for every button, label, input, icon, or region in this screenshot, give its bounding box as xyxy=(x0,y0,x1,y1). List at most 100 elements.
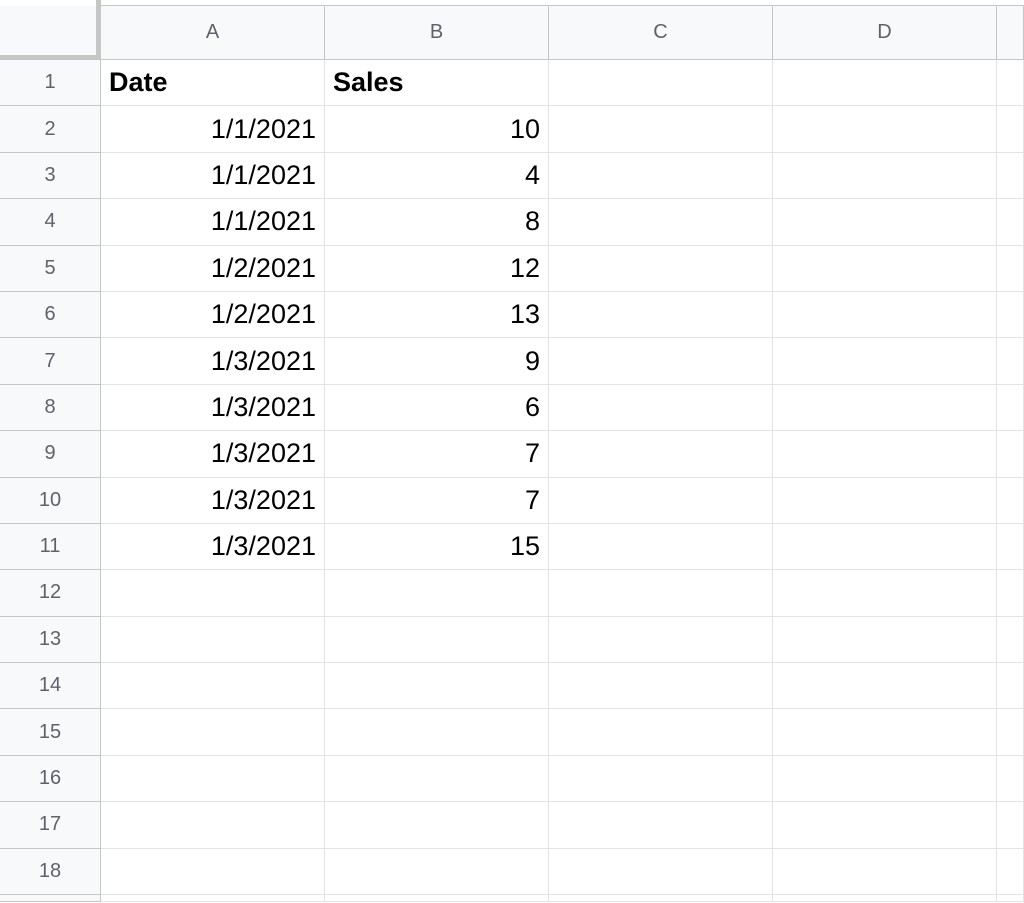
grid-cell[interactable]: 7 xyxy=(325,477,549,524)
row-header[interactable]: 14 xyxy=(0,663,101,710)
grid-cell[interactable] xyxy=(997,431,1024,478)
grid-cell[interactable] xyxy=(325,709,549,756)
grid-cell[interactable] xyxy=(997,384,1024,432)
column-header[interactable]: A xyxy=(101,6,325,60)
grid-cell[interactable] xyxy=(997,60,1024,107)
grid-cell[interactable] xyxy=(773,431,997,478)
row-header[interactable]: 18 xyxy=(0,848,101,896)
grid-cell[interactable] xyxy=(997,570,1024,617)
grid-cell[interactable] xyxy=(773,663,997,710)
grid-cell[interactable] xyxy=(997,106,1024,153)
grid-cell[interactable]: 1/2/2021 xyxy=(101,245,325,292)
grid-cell[interactable] xyxy=(997,755,1024,803)
grid-cell[interactable] xyxy=(549,802,773,849)
grid-cell[interactable]: 4 xyxy=(325,152,549,200)
grid-cell[interactable] xyxy=(773,848,997,896)
grid-cell[interactable]: 1/2/2021 xyxy=(101,291,325,339)
grid-cell[interactable] xyxy=(325,616,549,664)
grid-cell[interactable]: 10 xyxy=(325,106,549,153)
grid-cell[interactable] xyxy=(549,570,773,617)
grid-cell[interactable] xyxy=(773,338,997,385)
grid-cell[interactable] xyxy=(325,802,549,849)
column-header[interactable] xyxy=(997,6,1024,60)
row-header[interactable]: 1 xyxy=(0,60,101,107)
grid-cell[interactable] xyxy=(101,755,325,803)
select-all-corner[interactable] xyxy=(0,6,101,60)
grid-cell[interactable] xyxy=(549,384,773,432)
grid-cell[interactable] xyxy=(773,60,997,107)
grid-cell[interactable] xyxy=(101,709,325,756)
grid-cell[interactable]: 1/3/2021 xyxy=(101,384,325,432)
grid-cell[interactable] xyxy=(997,291,1024,339)
grid-cell[interactable]: 1/3/2021 xyxy=(101,431,325,478)
grid-cell[interactable] xyxy=(549,291,773,339)
grid-cell[interactable] xyxy=(549,60,773,107)
grid-cell[interactable]: 7 xyxy=(325,431,549,478)
row-header[interactable]: 7 xyxy=(0,338,101,385)
row-header[interactable]: 15 xyxy=(0,709,101,756)
grid-cell[interactable] xyxy=(549,245,773,292)
row-header[interactable]: 16 xyxy=(0,755,101,803)
grid-cell[interactable] xyxy=(549,199,773,246)
grid-cell[interactable]: 12 xyxy=(325,245,549,292)
grid-cell[interactable] xyxy=(773,802,997,849)
grid-cell[interactable] xyxy=(549,663,773,710)
grid-cell[interactable] xyxy=(997,848,1024,896)
grid-cell[interactable] xyxy=(997,802,1024,849)
grid-cell[interactable] xyxy=(773,245,997,292)
grid-cell[interactable] xyxy=(549,616,773,664)
row-header[interactable]: 3 xyxy=(0,152,101,200)
grid-cell[interactable]: 6 xyxy=(325,384,549,432)
row-header[interactable]: 8 xyxy=(0,384,101,432)
grid-cell[interactable] xyxy=(997,338,1024,385)
column-header[interactable]: B xyxy=(325,6,549,60)
grid-cell[interactable] xyxy=(997,523,1024,571)
grid-cell[interactable]: 1/1/2021 xyxy=(101,152,325,200)
grid-cell[interactable]: 1/1/2021 xyxy=(101,199,325,246)
grid-cell[interactable] xyxy=(101,570,325,617)
grid-cell[interactable] xyxy=(773,709,997,756)
grid-cell[interactable] xyxy=(549,755,773,803)
grid-cell[interactable]: Sales xyxy=(325,60,549,107)
grid-cell[interactable] xyxy=(325,663,549,710)
grid-cell[interactable] xyxy=(997,245,1024,292)
grid-cell[interactable] xyxy=(773,106,997,153)
row-header[interactable]: 17 xyxy=(0,802,101,849)
grid-cell[interactable] xyxy=(101,802,325,849)
grid-cell[interactable] xyxy=(773,152,997,200)
row-header[interactable]: 9 xyxy=(0,431,101,478)
grid-cell[interactable] xyxy=(549,477,773,524)
grid-cell[interactable]: 1/3/2021 xyxy=(101,523,325,571)
row-header[interactable]: 12 xyxy=(0,570,101,617)
row-header[interactable]: 4 xyxy=(0,199,101,246)
row-header[interactable]: 11 xyxy=(0,523,101,571)
grid-cell[interactable]: 9 xyxy=(325,338,549,385)
grid-cell[interactable] xyxy=(549,523,773,571)
grid-cell[interactable]: Date xyxy=(101,60,325,107)
grid-cell[interactable]: 1/3/2021 xyxy=(101,477,325,524)
grid-cell[interactable] xyxy=(773,755,997,803)
row-header[interactable]: 10 xyxy=(0,477,101,524)
grid-cell[interactable] xyxy=(549,338,773,385)
grid-cell[interactable]: 1/3/2021 xyxy=(101,338,325,385)
grid-cell[interactable] xyxy=(997,663,1024,710)
grid-cell[interactable] xyxy=(773,477,997,524)
grid-cell[interactable] xyxy=(997,709,1024,756)
grid-cell[interactable] xyxy=(997,477,1024,524)
grid-cell[interactable] xyxy=(997,199,1024,246)
grid-cell[interactable] xyxy=(773,523,997,571)
row-header[interactable]: 6 xyxy=(0,291,101,339)
grid-cell[interactable]: 1/1/2021 xyxy=(101,106,325,153)
grid-cell[interactable] xyxy=(325,755,549,803)
grid-cell[interactable] xyxy=(997,152,1024,200)
column-header[interactable]: D xyxy=(773,6,997,60)
grid-cell[interactable] xyxy=(549,709,773,756)
grid-cell[interactable] xyxy=(325,848,549,896)
grid-cell[interactable] xyxy=(549,848,773,896)
grid-cell[interactable] xyxy=(101,616,325,664)
grid-cell[interactable] xyxy=(325,570,549,617)
grid-cell[interactable] xyxy=(773,616,997,664)
grid-cell[interactable] xyxy=(773,570,997,617)
grid-cell[interactable] xyxy=(773,199,997,246)
grid-cell[interactable] xyxy=(773,291,997,339)
